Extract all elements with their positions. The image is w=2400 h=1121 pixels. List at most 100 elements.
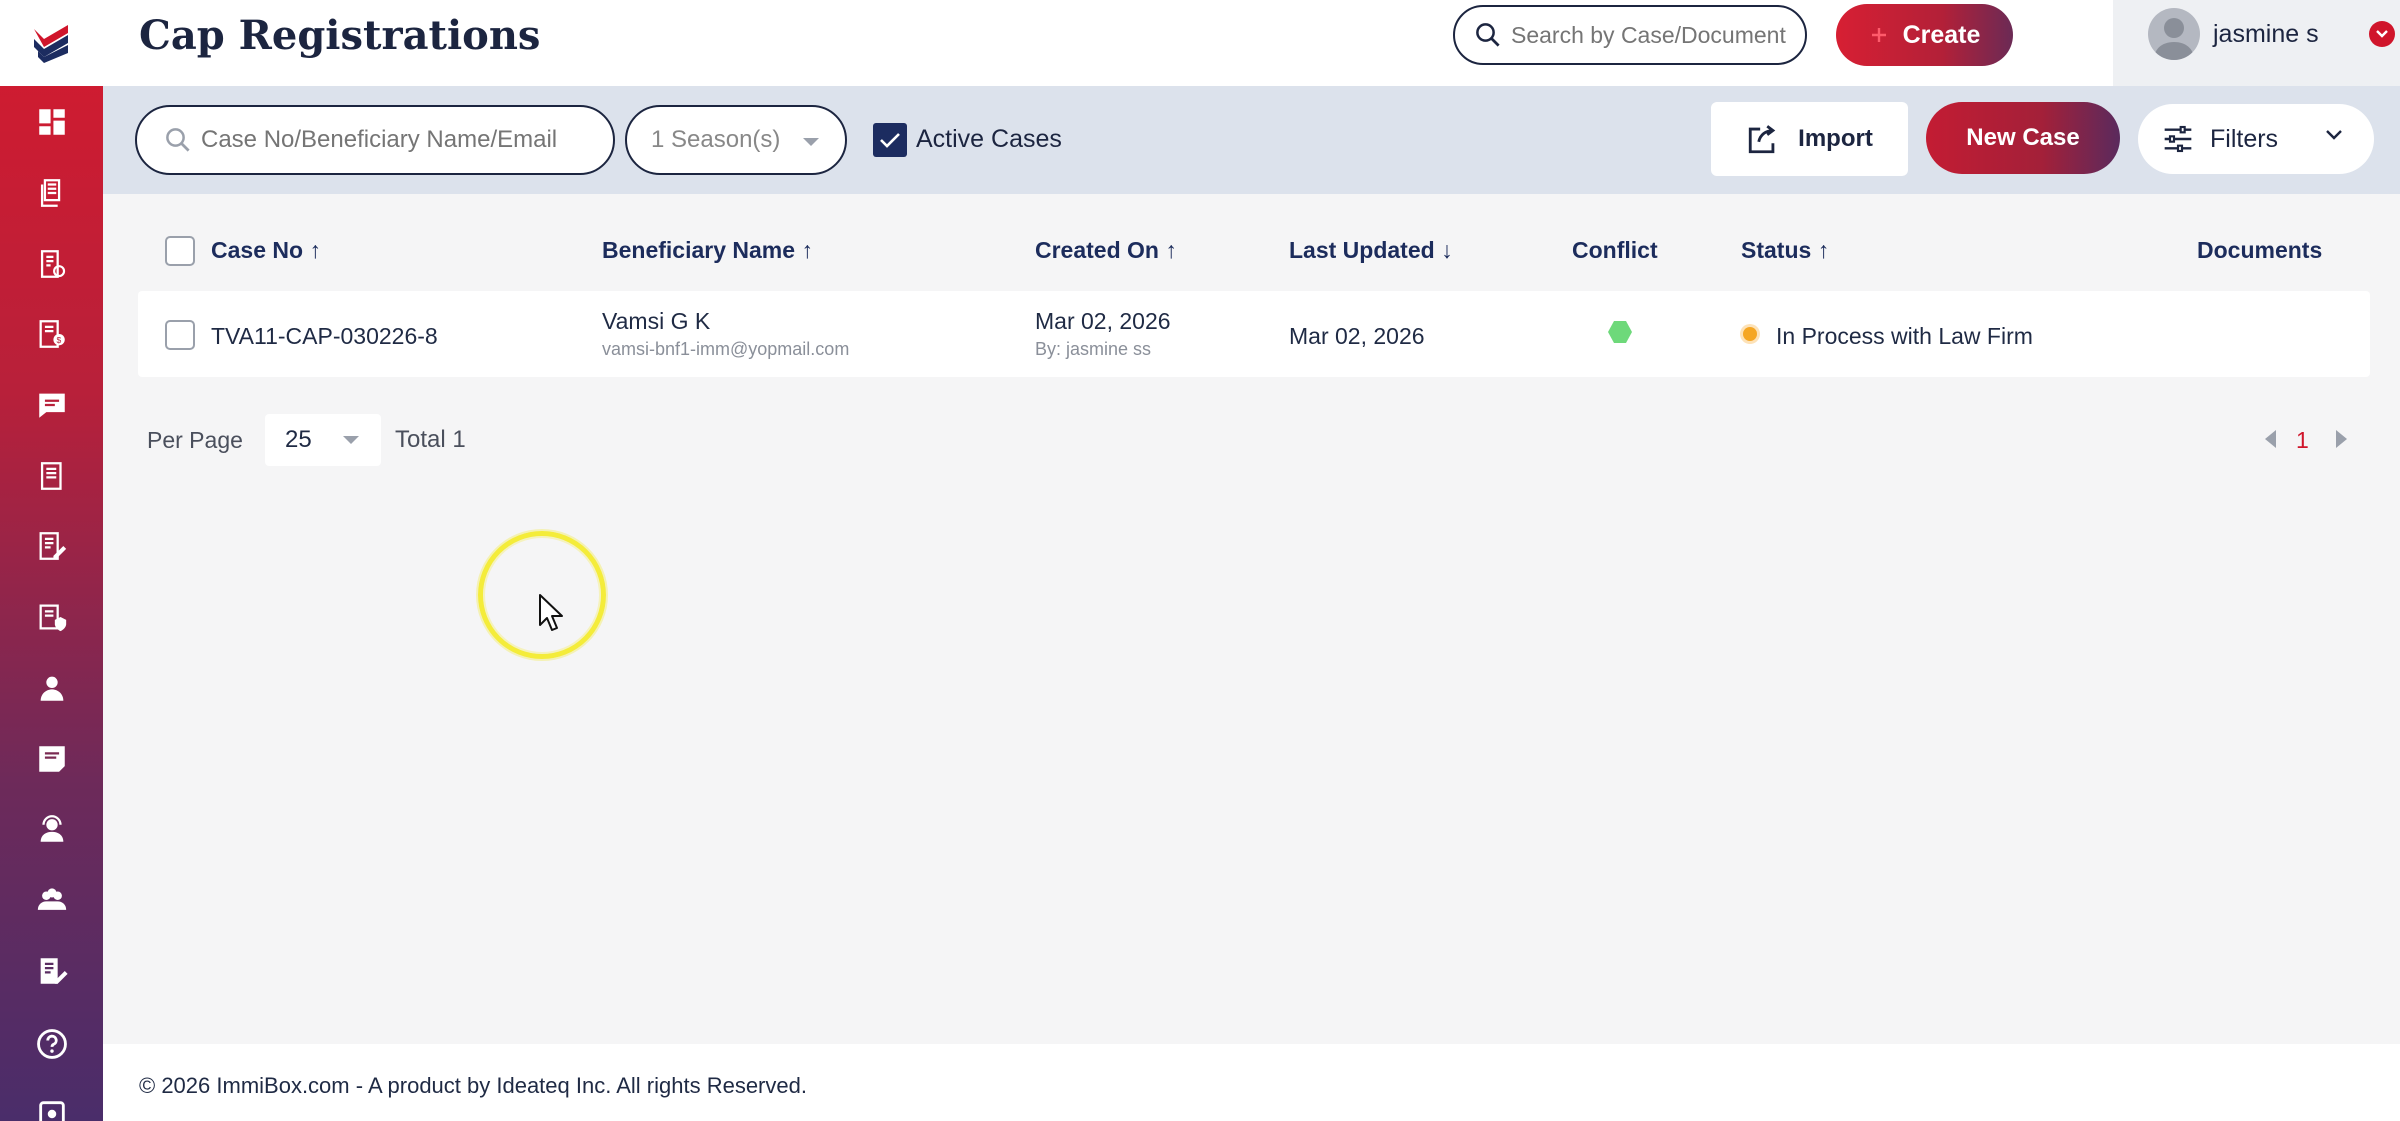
import-button-label: Import [1798,125,1873,152]
edit-list-icon [39,532,66,560]
column-label: Case No [211,237,304,263]
beneficiary-email: vamsi-bnf1-imm@yopmail.com [602,339,850,359]
sidebar-item-notes[interactable] [0,731,103,787]
check-icon [880,133,900,148]
import-icon [1748,125,1776,154]
column-header-status[interactable]: Status ↑ [1741,237,1829,264]
column-header-beneficiary[interactable]: Beneficiary Name ↑ [602,237,813,264]
logo-icon [33,25,68,63]
avatar-icon [2154,18,2194,60]
notes-icon [38,746,65,772]
sort-arrow-icon: ↑ [1165,237,1177,263]
column-header-conflict: Conflict [1572,237,1658,263]
create-button-label: Create [1902,20,1981,49]
filters-button[interactable]: Filters [2138,104,2374,174]
sidebar-item-dashboard[interactable] [0,94,103,150]
footer: © 2026 ImmiBox.com - A product by Ideate… [103,1044,2400,1121]
document-edit-icon [40,958,68,984]
status-dot-icon [1743,327,1757,341]
sidebar-item-document-edit[interactable] [0,943,103,999]
active-cases-checkbox[interactable] [873,123,907,157]
invoices-icon: $ [39,320,65,348]
sort-arrow-icon: ↑ [1817,237,1830,263]
sidebar-item-reports[interactable] [0,589,103,645]
per-page-value: 25 [285,426,312,453]
mouse-cursor-icon [539,594,563,631]
reports-icon [39,604,66,632]
table-row[interactable]: TVA11-CAP-030226-8 Vamsi G K vamsi-bnf1-… [138,291,2370,377]
sort-arrow-icon: ↑ [309,237,321,263]
caret-down-icon [803,138,819,146]
app-logo[interactable] [0,0,103,86]
user-dropdown-caret[interactable] [2369,21,2395,47]
column-label: Beneficiary Name [602,237,796,263]
total-count: Total 1 [395,426,466,453]
sidebar-item-team[interactable] [0,872,103,928]
help-icon [36,1029,67,1059]
sliders-icon [2164,125,2192,153]
sidebar-item-support[interactable] [0,801,103,857]
search-icon [166,128,190,152]
sidebar-item-settings[interactable] [0,1086,103,1121]
sidebar-item-book[interactable] [0,448,103,504]
filter-toolbar: 1 Season(s) Active Cases Import New Case… [103,86,2400,194]
created-by: By: jasmine ss [1035,339,1152,359]
sidebar-item-documents[interactable] [0,165,103,221]
search-icon [1476,23,1500,47]
current-page[interactable]: 1 [2296,427,2309,454]
case-number-link[interactable]: TVA11-CAP-030226-8 [211,323,438,350]
per-page-select[interactable]: 25 [265,414,381,466]
case-search[interactable] [135,105,615,175]
active-cases-label[interactable]: Active Cases [916,125,1062,154]
last-updated-date: Mar 02, 2026 [1289,323,1425,349]
column-header-case-no[interactable]: Case No ↑ [211,237,321,264]
sidebar-item-help[interactable] [0,1016,103,1072]
select-all-checkbox[interactable] [165,236,195,266]
season-select[interactable]: 1 Season(s) [625,105,847,175]
global-search[interactable] [1453,5,1807,65]
beneficiary-name: Vamsi G K [602,308,711,334]
sidebar-item-edit-list[interactable] [0,518,103,574]
case-search-input[interactable] [201,126,601,154]
season-select-value: 1 Season(s) [651,126,781,153]
sidebar-item-forms[interactable] [0,236,103,292]
sort-arrow-icon: ↓ [1441,237,1453,263]
sidebar-item-person[interactable] [0,660,103,716]
top-bar: Cap Registrations Create [103,0,2400,86]
create-button[interactable]: Create [1836,4,2013,66]
sidebar-item-invoices[interactable]: $ [0,306,103,362]
per-page-label: Per Page [147,427,243,453]
new-case-button-label: New Case [1966,124,2080,151]
column-header-created-on[interactable]: Created On ↑ [1035,237,1177,264]
column-label: Status [1741,237,1812,263]
import-button[interactable]: Import [1711,102,1908,176]
next-page-icon[interactable] [2332,428,2350,450]
footer-copyright: © 2026 ImmiBox.com - A product by Ideate… [139,1073,807,1098]
forms-icon [40,250,65,278]
column-header-documents: Documents [2197,237,2323,263]
avatar [2148,8,2200,60]
global-search-input[interactable] [1511,21,1791,49]
user-name: jasmine s [2213,20,2319,48]
row-checkbox[interactable] [165,320,195,350]
plus-icon [1871,28,1886,42]
filters-button-label: Filters [2210,124,2279,153]
prev-page-icon[interactable] [2262,428,2280,450]
status-text: In Process with Law Firm [1776,323,2033,349]
support-agent-icon [40,815,63,842]
dashboard-icon [38,109,65,135]
chevron-down-icon [2326,130,2342,140]
sidebar-item-messages[interactable] [0,377,103,433]
new-case-button[interactable]: New Case [1926,102,2120,174]
person-icon [40,676,63,701]
column-label: Last Updated [1289,237,1435,263]
column-label: Created On [1035,237,1159,263]
messages-icon [38,393,65,418]
svg-text:$: $ [56,335,61,345]
book-icon [40,462,62,490]
column-header-last-updated[interactable]: Last Updated ↓ [1289,237,1453,264]
settings-icon [38,1101,65,1121]
sort-arrow-icon: ↑ [801,237,813,263]
user-menu[interactable]: jasmine s [2113,0,2400,86]
page-title: Cap Registrations [139,12,541,59]
